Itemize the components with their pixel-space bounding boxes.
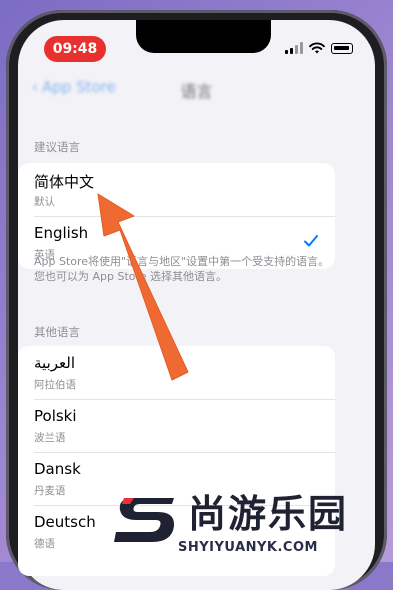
language-subtitle: 德语 <box>34 538 55 550</box>
watermark-logo: 尚游乐园 SHYIYUANYK.COM <box>112 486 388 558</box>
language-subtitle: 阿拉伯语 <box>34 379 76 391</box>
status-icons <box>285 40 353 56</box>
language-subtitle: 波兰语 <box>34 432 66 444</box>
checkmark-icon <box>304 235 318 247</box>
language-row-arabic[interactable]: العربية 阿拉伯语 <box>18 346 335 399</box>
page-title: 语言 <box>180 82 213 101</box>
cellular-signal-icon <box>285 42 303 54</box>
navigation-bar: ‹ App Store 语言 <box>18 70 375 110</box>
watermark-brand: 尚游乐园 <box>188 492 349 536</box>
language-name: Deutsch <box>34 513 96 531</box>
language-subtitle: 默认 <box>34 196 55 208</box>
other-languages-header: 其他语言 <box>34 325 80 339</box>
language-name: English <box>34 224 89 242</box>
language-name: العربية <box>34 354 75 372</box>
language-row-polish[interactable]: Polski 波兰语 <box>18 399 335 452</box>
language-name: 简体中文 <box>34 173 95 191</box>
logo-s-icon <box>114 498 175 542</box>
language-name: Polski <box>34 407 77 425</box>
language-footnote: App Store将使用"语言与地区"设置中第一个受支持的语言。您也可以为 Ap… <box>34 255 330 283</box>
suggested-languages-header: 建议语言 <box>34 140 80 154</box>
language-subtitle: 丹麦语 <box>34 485 66 497</box>
wifi-icon <box>309 42 325 54</box>
battery-icon <box>331 42 353 54</box>
language-row-chinese[interactable]: 简体中文 默认 <box>18 163 335 216</box>
status-time: 09:48 <box>44 36 106 62</box>
language-name: Dansk <box>34 460 81 478</box>
watermark-url: SHYIYUANYK.COM <box>178 540 318 555</box>
notch <box>136 20 271 53</box>
